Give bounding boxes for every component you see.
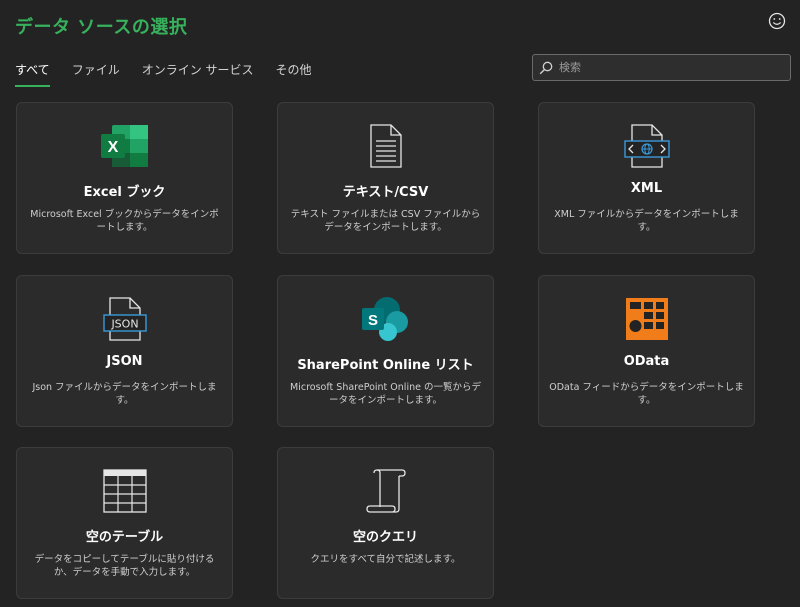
- text-file-icon: [360, 123, 412, 169]
- card-json[interactable]: JSON JSON Json ファイルからデータをインポートします。: [16, 275, 233, 427]
- card-blank-query[interactable]: 空のクエリ クエリをすべて自分で記述します。: [277, 447, 494, 599]
- excel-icon: X: [99, 123, 151, 169]
- card-description: データをコピーしてテーブルに貼り付けるか、データを手動で入力します。: [34, 554, 215, 578]
- blank-table-icon: [99, 468, 151, 514]
- card-blank-table[interactable]: 空のテーブル データをコピーしてテーブルに貼り付けるか、データを手動で入力します…: [16, 447, 233, 599]
- card-description: XML ファイルからデータをインポートします。: [554, 209, 739, 233]
- card-odata[interactable]: OData OData フィードからデータをインポートします。: [538, 275, 755, 427]
- svg-text:X: X: [107, 139, 118, 156]
- search-input[interactable]: [559, 61, 779, 74]
- tab-all[interactable]: すべて: [15, 61, 50, 87]
- tab-bar: すべて ファイル オンライン サービス その他: [15, 61, 334, 87]
- blank-query-icon: [360, 468, 412, 514]
- card-title: OData: [623, 354, 670, 369]
- card-description: テキスト ファイルまたは CSV ファイルからデータをインポートします。: [290, 209, 481, 233]
- search-icon: [539, 61, 553, 74]
- odata-icon: [621, 296, 673, 342]
- card-description: クエリをすべて自分で記述します。: [310, 554, 461, 565]
- xml-file-icon: [621, 123, 673, 169]
- card-sharepoint-online-list[interactable]: S SharePoint Online リスト Microsoft ShareP…: [277, 275, 494, 427]
- card-description: Microsoft Excel ブックからデータをインポートします。: [30, 209, 219, 233]
- smiley-icon[interactable]: [768, 12, 786, 30]
- card-description: OData フィードからデータをインポートします。: [549, 382, 744, 406]
- card-excel-workbook[interactable]: X Excel ブック Microsoft Excel ブックからデータをインポ…: [16, 102, 233, 254]
- tab-online-services[interactable]: オンライン サービス: [142, 61, 254, 84]
- card-title: Excel ブック: [83, 185, 166, 200]
- svg-text:S: S: [367, 312, 377, 329]
- card-title: 空のクエリ: [352, 530, 418, 545]
- card-description: Microsoft SharePoint Online の一覧からデータをインポ…: [290, 382, 481, 406]
- json-file-icon: JSON: [99, 296, 151, 342]
- svg-text:JSON: JSON: [110, 318, 138, 331]
- sharepoint-icon: S: [360, 296, 412, 342]
- card-text-csv[interactable]: テキスト/CSV テキスト ファイルまたは CSV ファイルからデータをインポー…: [277, 102, 494, 254]
- page-title: データ ソースの選択: [15, 17, 188, 38]
- card-description: Json ファイルからデータをインポートします。: [32, 382, 217, 406]
- search-box: [532, 54, 791, 81]
- card-title: XML: [630, 181, 663, 196]
- card-title: テキスト/CSV: [342, 185, 429, 200]
- card-title: 空のテーブル: [85, 530, 164, 545]
- card-title: SharePoint Online リスト: [297, 358, 474, 373]
- card-xml[interactable]: XML XML ファイルからデータをインポートします。: [538, 102, 755, 254]
- tab-other[interactable]: その他: [276, 61, 312, 84]
- card-title: JSON: [106, 354, 143, 369]
- tab-file[interactable]: ファイル: [72, 61, 120, 84]
